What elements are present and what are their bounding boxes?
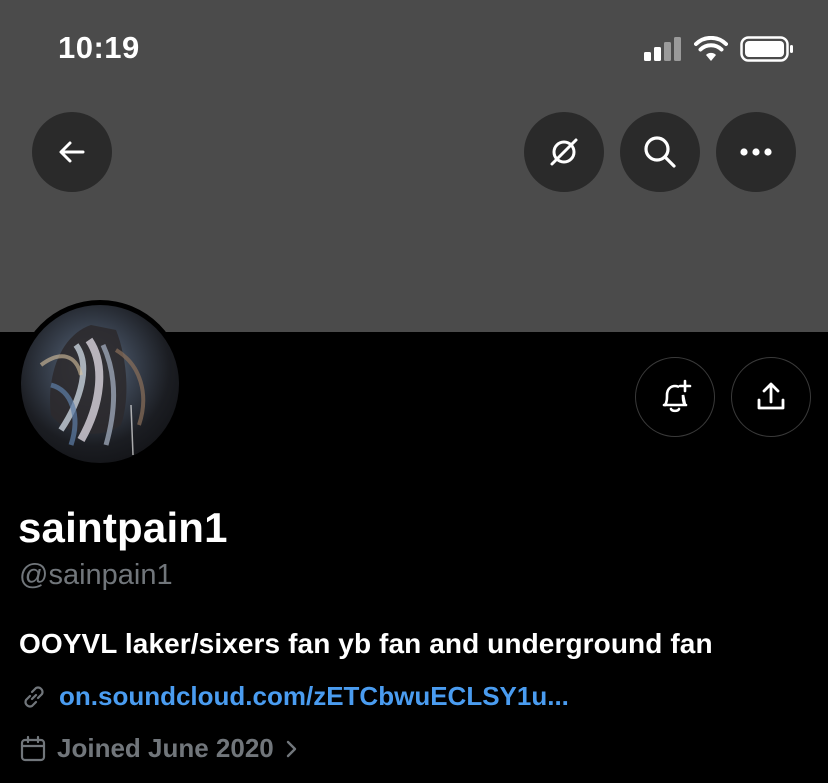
more-icon <box>740 148 772 156</box>
status-icons <box>644 36 794 62</box>
more-options-button[interactable] <box>716 112 796 192</box>
wifi-icon <box>694 36 728 61</box>
grok-button[interactable] <box>524 112 604 192</box>
search-icon <box>644 136 676 168</box>
share-icon <box>757 382 785 410</box>
username-handle: @sainpain1 <box>19 559 173 591</box>
notifications-button[interactable] <box>635 357 715 437</box>
back-button[interactable] <box>32 112 112 192</box>
joined-date-row[interactable]: Joined June 2020 <box>19 733 300 764</box>
calendar-icon <box>20 735 46 761</box>
link-icon <box>24 685 44 708</box>
profile-bio: OOYVL laker/sixers fan yb fan and underg… <box>19 628 713 659</box>
avatar-image <box>21 305 179 463</box>
search-button[interactable] <box>620 112 700 192</box>
chevron-right-icon <box>286 740 296 757</box>
battery-icon <box>740 36 793 62</box>
avatar[interactable] <box>16 300 184 468</box>
back-arrow-icon <box>59 141 85 163</box>
display-name: saintpain1 <box>18 504 228 551</box>
notification-bell-plus-icon <box>662 379 692 413</box>
share-button[interactable] <box>731 357 811 437</box>
joined-date: Joined June 2020 <box>57 733 274 763</box>
grok-icon <box>550 138 578 166</box>
status-bar: 10:19 <box>0 0 828 100</box>
profile-link-row[interactable]: on.soundcloud.com/zETCbwuECLSY1u... <box>19 681 569 712</box>
status-time: 10:19 <box>58 30 140 65</box>
profile-link[interactable]: on.soundcloud.com/zETCbwuECLSY1u... <box>59 681 569 712</box>
cellular-signal-icon <box>644 37 681 61</box>
